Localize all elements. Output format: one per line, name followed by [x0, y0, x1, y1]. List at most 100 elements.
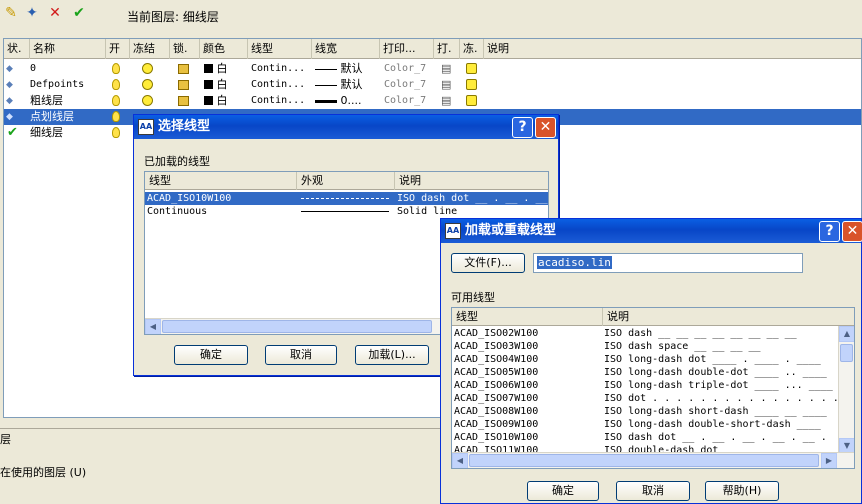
dialog-title: 选择线型	[158, 119, 211, 134]
available-linetype-row[interactable]: ACAD_ISO02W100 ISO dash __ __ __ __ __ __…	[452, 327, 838, 340]
unlock-icon[interactable]	[178, 93, 194, 109]
col-plot-style[interactable]: 打印...	[380, 39, 434, 59]
available-linetype-row[interactable]: ACAD_ISO09W100 ISO long-dash double-short…	[452, 418, 838, 431]
available-linetype-row[interactable]: ACAD_ISO10W100 ISO dash dot __ . __ . __ …	[452, 431, 838, 444]
cancel-button[interactable]: 取消	[616, 481, 690, 501]
col-plot[interactable]: 打.	[434, 39, 460, 59]
sun-thawed-icon[interactable]	[142, 61, 158, 77]
linetype-description: ISO dash dot __ . __ . __	[397, 193, 548, 204]
col-name[interactable]: 名称	[30, 39, 106, 59]
vertical-scrollbar[interactable]: ▲ ▼	[838, 326, 854, 454]
ok-button[interactable]: 确定	[527, 481, 599, 501]
available-linetype-row[interactable]: ACAD_ISO06W100 ISO long-dash triple-dot _…	[452, 379, 838, 392]
vp-freeze-icon[interactable]	[466, 93, 482, 109]
scroll-thumb[interactable]	[162, 320, 432, 333]
delete-layer-icon[interactable]: ✕	[46, 4, 64, 22]
help-button[interactable]: 帮助(H)	[705, 481, 779, 501]
layer-name: 细线层	[30, 126, 63, 139]
bulb-on-icon[interactable]	[112, 61, 126, 77]
unlock-icon[interactable]	[178, 61, 194, 77]
layer-linetype[interactable]: Contin...	[251, 61, 311, 77]
horizontal-scrollbar[interactable]: ◀ ▶	[452, 452, 854, 468]
close-icon[interactable]: ✕	[842, 221, 862, 242]
scroll-right-icon[interactable]: ▶	[821, 453, 837, 468]
col-linetype[interactable]: 线型	[145, 172, 297, 190]
layer-linetype[interactable]: Contin...	[251, 77, 311, 93]
scroll-up-icon[interactable]: ▲	[839, 326, 854, 342]
file-button[interactable]: 文件(F)...	[451, 253, 525, 273]
ok-button[interactable]: 确定	[174, 345, 248, 365]
available-linetype-row[interactable]: ACAD_ISO03W100 ISO dash space __ __ __ __	[452, 340, 838, 353]
vp-freeze-icon[interactable]	[466, 61, 482, 77]
select-linetype-titlebar[interactable]: AA 选择线型 ? ✕	[134, 115, 558, 139]
sun-thawed-icon[interactable]	[142, 77, 158, 93]
available-linetype-row[interactable]: ACAD_ISO07W100 ISO dot . . . . . . . . . …	[452, 392, 838, 405]
vp-freeze-icon[interactable]	[466, 77, 482, 93]
col-lineweight[interactable]: 线宽	[312, 39, 380, 59]
help-question-icon[interactable]: ?	[819, 221, 840, 242]
linetype-row-selected[interactable]: ACAD_ISO10W100 ISO dash dot __ . __ . __	[145, 192, 548, 205]
bulb-on-icon[interactable]	[112, 125, 126, 141]
col-status[interactable]: 状.	[4, 39, 30, 59]
linetype-appearance	[301, 198, 389, 199]
col-linetype[interactable]: 线型	[248, 39, 312, 59]
linetype-name: Continuous	[147, 206, 208, 217]
layer-color[interactable]: 白	[204, 93, 248, 109]
layer-lineweight[interactable]: 0....	[315, 93, 379, 109]
scroll-thumb[interactable]	[469, 454, 819, 467]
file-name-field[interactable]: acadiso.lin	[533, 253, 803, 273]
linetype-name: ACAD_ISO09W100	[454, 419, 539, 430]
bulb-on-icon[interactable]	[112, 77, 126, 93]
col-freeze[interactable]: 冻结	[130, 39, 170, 59]
available-linetype-row[interactable]: ACAD_ISO05W100 ISO long-dash double-dot _…	[452, 366, 838, 379]
available-linetypes-list[interactable]: 线型 说明 ACAD_ISO02W100 ISO dash __ __ __ __…	[451, 307, 855, 469]
set-current-icon[interactable]: ✔	[70, 4, 88, 22]
printer-icon[interactable]: ▤	[441, 77, 457, 93]
layer-name: 0	[30, 63, 37, 74]
help-question-icon[interactable]: ?	[512, 117, 533, 138]
scroll-left-icon[interactable]: ◀	[452, 453, 468, 468]
layer-linetype[interactable]: Contin...	[251, 93, 311, 109]
linetype-row[interactable]: Continuous Solid line	[145, 205, 548, 218]
col-color[interactable]: 颜色	[200, 39, 248, 59]
printer-icon[interactable]: ▤	[441, 61, 457, 77]
col-lock[interactable]: 锁.	[170, 39, 200, 59]
col-description[interactable]: 说明	[395, 172, 548, 190]
layer-row[interactable]: ◆ 0 白 Contin... 默认 Color_7 ▤	[4, 61, 861, 77]
load-linetypes-titlebar[interactable]: AA 加载或重载线型 ? ✕	[441, 219, 862, 243]
col-vp-freeze[interactable]: 冻.	[460, 39, 484, 59]
cancel-button[interactable]: 取消	[265, 345, 337, 365]
col-description[interactable]: 说明	[603, 308, 839, 326]
printer-icon[interactable]: ▤	[441, 93, 457, 109]
layer-row[interactable]: ◆ Defpoints 白 Contin... 默认 Color_7 ▤	[4, 77, 861, 93]
col-appearance[interactable]: 外观	[297, 172, 395, 190]
layer-row[interactable]: ◆ 粗线层 白 Contin... 0.... Color_7 ▤	[4, 93, 861, 109]
layer-name: 粗线层	[30, 94, 63, 107]
close-icon[interactable]: ✕	[535, 117, 556, 138]
linetype-description: ISO dash space __ __ __ __	[604, 341, 761, 352]
bulb-on-icon[interactable]	[112, 93, 126, 109]
col-description[interactable]: 说明	[484, 39, 861, 59]
layer-lineweight[interactable]: 默认	[315, 61, 379, 77]
linetype-name: ACAD_ISO05W100	[454, 367, 539, 378]
bulb-on-icon[interactable]	[112, 109, 126, 125]
layer-color[interactable]: 白	[204, 61, 248, 77]
linetype-name: ACAD_ISO04W100	[454, 354, 539, 365]
unlock-icon[interactable]	[178, 77, 194, 93]
layer-status-icon: ◆	[6, 80, 13, 90]
col-linetype[interactable]: 线型	[452, 308, 603, 326]
show-layers-in-use-label[interactable]: 在使用的图层 (U)	[0, 464, 86, 480]
linetype-description: ISO dash dot __ . __ . __ . __ . __ .	[604, 432, 827, 443]
new-layer-vp-frozen-icon[interactable]: ✦	[23, 4, 41, 22]
col-on[interactable]: 开	[106, 39, 130, 59]
sun-thawed-icon[interactable]	[142, 93, 158, 109]
available-linetype-row[interactable]: ACAD_ISO11W100 ISO double-dash dot	[452, 444, 838, 452]
layer-color[interactable]: 白	[204, 77, 248, 93]
available-linetype-row[interactable]: ACAD_ISO08W100 ISO long-dash short-dash _…	[452, 405, 838, 418]
available-linetype-row[interactable]: ACAD_ISO04W100 ISO long-dash dot ____ . _…	[452, 353, 838, 366]
scroll-left-icon[interactable]: ◀	[145, 319, 161, 334]
new-layer-icon[interactable]: ✎	[2, 4, 20, 22]
load-button[interactable]: 加载(L)...	[355, 345, 429, 365]
scroll-thumb[interactable]	[840, 344, 853, 362]
layer-lineweight[interactable]: 默认	[315, 77, 379, 93]
